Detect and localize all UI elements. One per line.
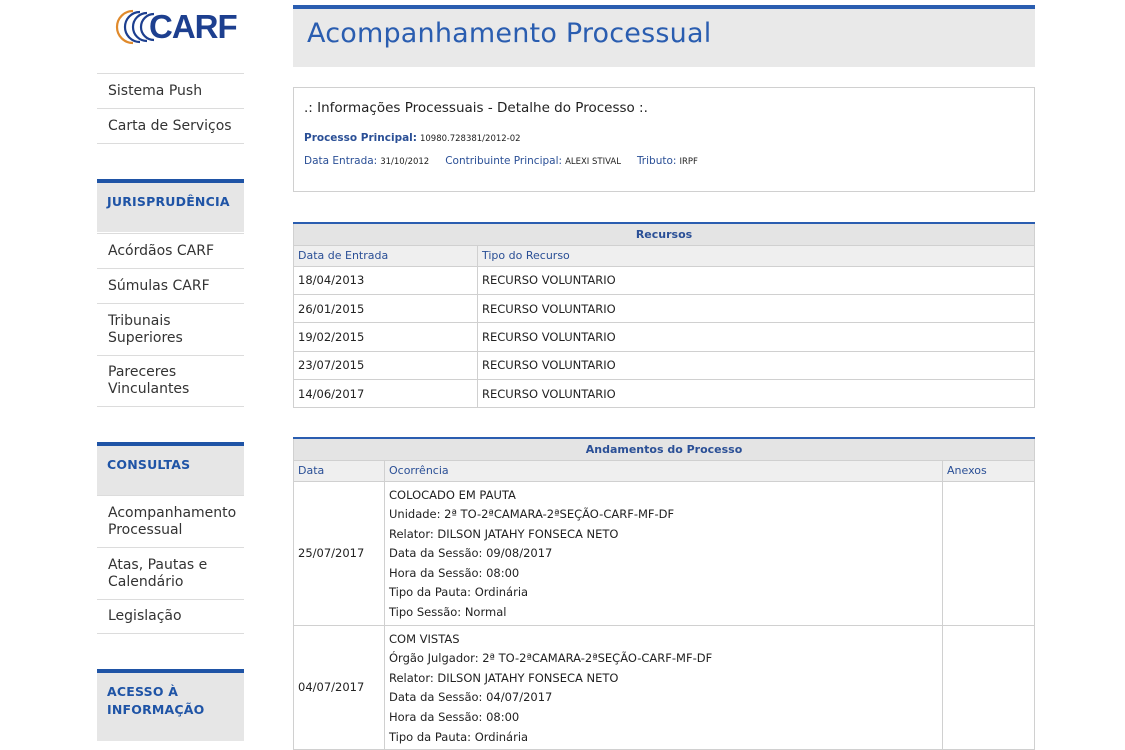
menu-link-carta-de-servicos[interactable]: Carta de Serviços <box>97 108 244 144</box>
andamento-anexos <box>942 480 1035 626</box>
section-title: JURISPRUDÊNCIA <box>107 194 230 209</box>
tributo-label: Tributo: <box>636 155 677 167</box>
table-row: 19/02/2015 RECURSO VOLUNTARIO <box>293 322 1035 352</box>
ocorrencia-line: Data da Sessão: 09/08/2017 <box>389 546 553 561</box>
ocorrencia-line: Tipo Sessão: Normal <box>389 605 507 620</box>
andamentos-caption: Andamentos do Processo <box>293 437 1035 461</box>
column-header: Data de Entrada <box>293 244 478 267</box>
section-jurisprudencia: JURISPRUDÊNCIA <box>97 179 244 232</box>
table-cell: 14/06/2017 <box>293 379 478 409</box>
page-header: Acompanhamento Processual <box>293 5 1035 67</box>
process-info-heading: .: Informações Processuais - Detalhe do … <box>304 100 648 116</box>
carf-logo[interactable]: CARF <box>111 6 241 48</box>
menu-link-tribunais-superiores[interactable]: Tribunais Superiores <box>97 303 244 355</box>
menu-link-label: Tribunais Superiores <box>108 312 183 346</box>
andamento-date: 25/07/2017 <box>293 480 385 626</box>
recursos-caption: Recursos <box>293 222 1035 246</box>
menu-link-label: Acompanhamento Processual <box>108 504 237 538</box>
menu-link-pareceres-vinculantes[interactable]: Pareceres Vinculantes <box>97 355 244 407</box>
ocorrencia-line: Tipo da Pauta: Ordinária <box>389 729 529 744</box>
ocorrencia-line: COLOCADO EM PAUTA <box>389 487 516 502</box>
ocorrencia-line: Órgão Julgador: 2ª TO-2ªCAMARA-2ªSEÇÃO-C… <box>389 651 713 666</box>
table-row: 23/07/2015 RECURSO VOLUNTARIO <box>293 350 1035 381</box>
table-cell: 26/01/2015 <box>293 293 478 324</box>
processo-principal-label: Processo Principal: <box>304 132 417 144</box>
process-info-panel: .: Informações Processuais - Detalhe do … <box>293 87 1035 192</box>
menu-link-label: Carta de Serviços <box>108 117 232 134</box>
column-header: Ocorrência <box>384 459 943 482</box>
table-cell: RECURSO VOLUNTARIO <box>477 265 1035 295</box>
andamento-anexos <box>942 624 1035 750</box>
andamento-ocorrencia: COLOCADO EM PAUTA Unidade: 2ª TO-2ªCAMAR… <box>384 480 943 626</box>
data-entrada-value: 31/10/2012 <box>380 157 430 167</box>
page-title: Acompanhamento Processual <box>307 18 712 49</box>
ocorrencia-line: Relator: DILSON JATAHY FONSECA NETO <box>389 670 619 685</box>
section-consultas: CONSULTAS <box>97 442 244 495</box>
table-cell: RECURSO VOLUNTARIO <box>477 379 1035 409</box>
table-cell: 19/02/2015 <box>293 322 478 352</box>
process-details-row: Data Entrada: 31/10/2012 Contribuinte Prin… <box>304 155 698 167</box>
ocorrencia-line: COM VISTAS <box>389 631 460 646</box>
tributo-value: IRPF <box>679 157 698 167</box>
menu-link-label: Pareceres Vinculantes <box>108 364 190 397</box>
menu-link-acordaos-carf[interactable]: Acórdãos CARF <box>97 233 244 268</box>
column-header: Tipo do Recurso <box>477 244 1035 267</box>
menu-link-sistema-push[interactable]: Sistema Push <box>97 73 244 108</box>
andamento-date: 04/07/2017 <box>293 624 385 750</box>
ocorrencia-line: Unidade: 2ª TO-2ªCAMARA-2ªSEÇÃO-CARF-MF-… <box>389 507 675 522</box>
menu-link-sumulas-carf[interactable]: Súmulas CARF <box>97 268 244 303</box>
menu-link-label: Súmulas CARF <box>108 277 210 294</box>
table-row: 04/07/2017 COM VISTAS Órgão Julgador: 2ª… <box>293 624 1035 750</box>
column-header: Data <box>293 459 385 482</box>
table-row: 14/06/2017 RECURSO VOLUNTARIO <box>293 379 1035 409</box>
ocorrencia-line: Tipo da Pauta: Ordinária <box>389 585 529 600</box>
ocorrencia-line: Hora da Sessão: 08:00 <box>389 710 520 725</box>
contribuinte-label: Contribuinte Principal: <box>445 155 563 167</box>
section-title: CONSULTAS <box>107 457 191 472</box>
table-cell: RECURSO VOLUNTARIO <box>477 293 1035 324</box>
processo-principal-value: 10980.728381/2012-02 <box>419 134 521 144</box>
ocorrencia-line: Hora da Sessão: 08:00 <box>389 565 520 580</box>
table-row: 26/01/2015 RECURSO VOLUNTARIO <box>293 293 1035 324</box>
menu-link-atas-pautas-calendario[interactable]: Atas, Pautas e Calendário <box>97 547 244 599</box>
menu-link-legislacao[interactable]: Legislação <box>97 599 244 634</box>
table-cell: 18/04/2013 <box>293 265 478 295</box>
table-cell: RECURSO VOLUNTARIO <box>477 350 1035 381</box>
process-principal-row: Processo Principal: 10980.728381/2012-02 <box>304 132 521 144</box>
column-header: Anexos <box>942 459 1035 482</box>
section-title: ACESSO À INFORMAÇÃO <box>107 684 205 717</box>
andamento-ocorrencia: COM VISTAS Órgão Julgador: 2ª TO-2ªCAMAR… <box>384 624 943 750</box>
table-cell: 23/07/2015 <box>293 350 478 381</box>
menu-link-label: Atas, Pautas e Calendário <box>108 556 208 590</box>
ocorrencia-line: Data da Sessão: 04/07/2017 <box>389 690 553 705</box>
menu-link-acompanhamento-processual[interactable]: Acompanhamento Processual <box>97 495 244 547</box>
andamentos-table: Andamentos do Processo Data Ocorrência A… <box>293 437 1035 750</box>
table-cell: RECURSO VOLUNTARIO <box>477 322 1035 352</box>
contribuinte-value: ALEXI STIVAL <box>565 157 621 167</box>
table-row: 18/04/2013 RECURSO VOLUNTARIO <box>293 265 1035 295</box>
menu-link-label: Legislação <box>108 608 182 624</box>
menu-link-label: Acórdãos CARF <box>108 242 215 259</box>
menu-link-label: Sistema Push <box>108 82 203 99</box>
data-entrada-label: Data Entrada: <box>304 155 378 167</box>
section-acesso-a-informacao[interactable]: ACESSO À INFORMAÇÃO <box>97 669 244 741</box>
table-row: 25/07/2017 COLOCADO EM PAUTA Unidade: 2ª… <box>293 480 1035 626</box>
recursos-table: Recursos Data de Entrada Tipo do Recurso… <box>293 222 1035 409</box>
ocorrencia-line: Relator: DILSON JATAHY FONSECA NETO <box>389 526 619 541</box>
logo-text: CARF <box>149 8 238 45</box>
